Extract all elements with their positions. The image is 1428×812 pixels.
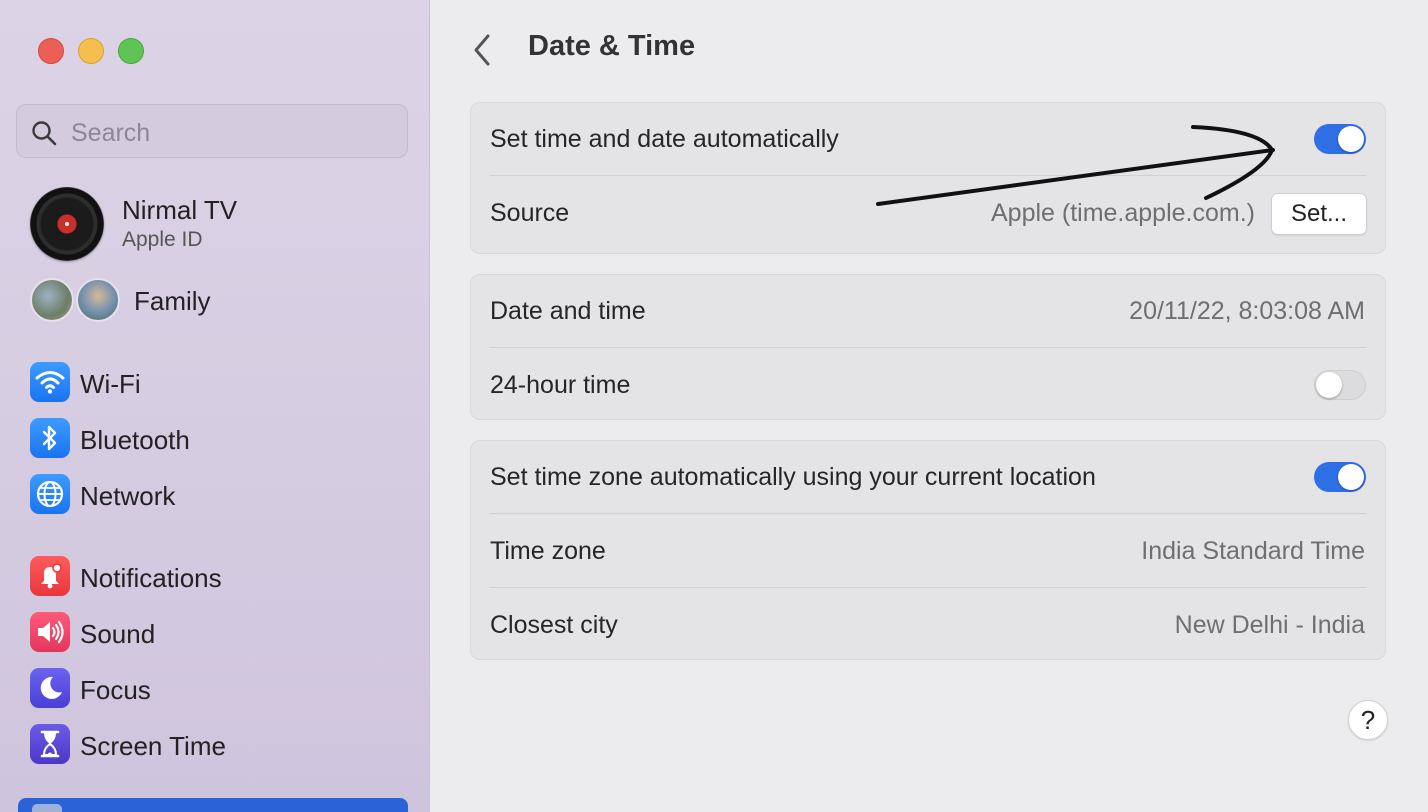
time-zone-value: India Standard Time xyxy=(1141,537,1365,565)
search-icon xyxy=(32,121,57,146)
time-zone-row: Time zone India Standard Time xyxy=(471,515,1385,589)
profile-subtitle: Apple ID xyxy=(122,228,203,251)
date-time-row: Date and time 20/11/22, 8:03:08 AM xyxy=(471,275,1385,349)
source-value: Apple (time.apple.com.) xyxy=(990,199,1255,227)
sidebar-item-wifi[interactable]: Wi-Fi xyxy=(30,362,410,404)
search-input[interactable] xyxy=(69,113,393,153)
divider xyxy=(490,587,1366,588)
sidebar-item-notifications[interactable]: Notifications xyxy=(30,556,410,598)
time-source-card: Set time and date automatically Source A… xyxy=(470,102,1386,254)
back-button[interactable] xyxy=(468,30,496,70)
divider xyxy=(490,513,1366,514)
sidebar-item-label: Wi-Fi xyxy=(80,369,141,399)
avatar xyxy=(30,187,104,261)
hourglass-icon xyxy=(30,724,70,764)
sidebar-item-label: Focus xyxy=(80,675,151,705)
sidebar-item-focus[interactable]: Focus xyxy=(30,668,410,710)
time-zone-label: Time zone xyxy=(490,537,606,565)
speaker-icon xyxy=(30,612,70,652)
sidebar-item-selected[interactable] xyxy=(18,798,408,812)
search-field[interactable] xyxy=(16,104,408,158)
auto-time-toggle[interactable] xyxy=(1314,124,1366,154)
chevron-left-icon xyxy=(474,34,490,66)
sidebar-item-network[interactable]: Network xyxy=(30,474,410,516)
date-time-value: 20/11/22, 8:03:08 AM xyxy=(1129,297,1365,325)
closest-city-value: New Delhi - India xyxy=(1174,611,1365,639)
date-time-label: Date and time xyxy=(490,297,646,325)
help-button[interactable]: ? xyxy=(1348,700,1388,740)
hour24-label: 24-hour time xyxy=(490,371,631,399)
date-format-card: Date and time 20/11/22, 8:03:08 AM 24-ho… xyxy=(470,274,1386,420)
apple-id-profile[interactable]: Nirmal TV Apple ID xyxy=(30,187,410,263)
family-label: Family xyxy=(134,286,211,316)
time-zone-card: Set time zone automatically using your c… xyxy=(470,440,1386,660)
divider xyxy=(490,347,1366,348)
sidebar-item-label: Screen Time xyxy=(80,731,226,761)
wifi-icon xyxy=(30,362,70,402)
sidebar: Nirmal TV Apple ID Family Wi-Fi Bluetoot… xyxy=(0,0,430,812)
family-avatar xyxy=(30,278,74,322)
page-title: Date & Time xyxy=(528,30,696,62)
sidebar-item-label: Notifications xyxy=(80,563,222,593)
toggle-knob xyxy=(1338,126,1364,152)
sidebar-item-bluetooth[interactable]: Bluetooth xyxy=(30,418,410,460)
profile-name: Nirmal TV xyxy=(122,195,238,225)
sidebar-item-sound[interactable]: Sound xyxy=(30,612,410,654)
globe-icon xyxy=(30,474,70,514)
toggle-knob xyxy=(1316,372,1342,398)
sidebar-item-screen-time[interactable]: Screen Time xyxy=(30,724,410,766)
auto-time-row: Set time and date automatically xyxy=(471,103,1385,177)
hour24-row: 24-hour time xyxy=(471,349,1385,423)
toggle-knob xyxy=(1338,464,1364,490)
hour24-toggle[interactable] xyxy=(1314,370,1366,400)
bell-icon xyxy=(30,556,70,596)
close-window-button[interactable] xyxy=(38,38,64,64)
sidebar-item-label: Sound xyxy=(80,619,156,649)
sidebar-item-label: Network xyxy=(80,481,176,511)
family-item[interactable]: Family xyxy=(30,278,410,322)
family-avatar xyxy=(76,278,120,322)
moon-icon xyxy=(30,668,70,708)
bluetooth-icon xyxy=(30,418,70,458)
source-row: Source Apple (time.apple.com.) Set... xyxy=(471,177,1385,251)
main-pane: Date & Time Set time and date automatica… xyxy=(430,0,1428,812)
auto-timezone-row: Set time zone automatically using your c… xyxy=(471,441,1385,515)
auto-timezone-toggle[interactable] xyxy=(1314,462,1366,492)
source-label: Source xyxy=(490,199,570,227)
auto-time-label: Set time and date automatically xyxy=(490,125,839,153)
closest-city-label: Closest city xyxy=(490,611,618,639)
closest-city-row: Closest city New Delhi - India xyxy=(471,589,1385,663)
minimize-window-button[interactable] xyxy=(78,38,104,64)
sidebar-item-label: Bluetooth xyxy=(80,425,190,455)
set-source-button[interactable]: Set... xyxy=(1271,193,1367,235)
auto-timezone-label: Set time zone automatically using your c… xyxy=(490,463,1096,491)
general-icon xyxy=(32,804,62,812)
divider xyxy=(490,175,1366,176)
zoom-window-button[interactable] xyxy=(118,38,144,64)
